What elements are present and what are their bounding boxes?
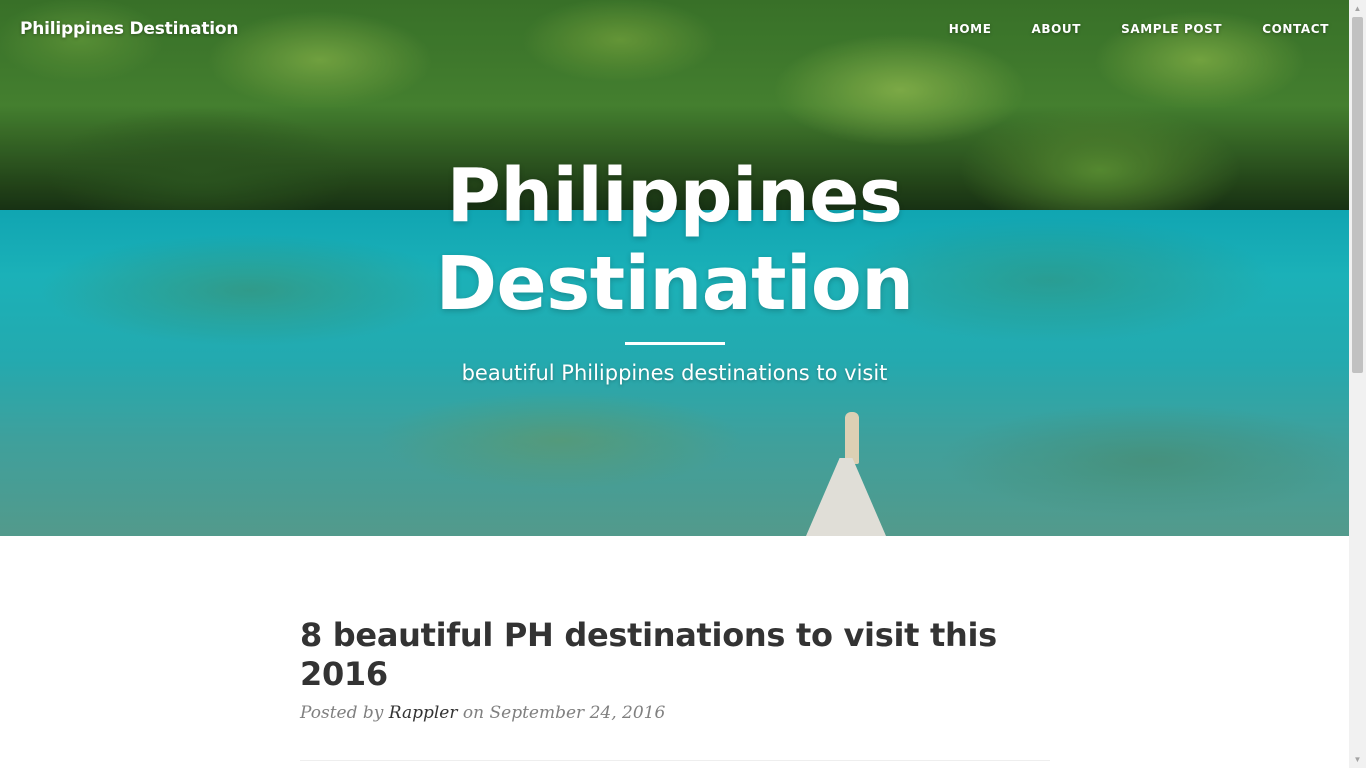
post-meta: Posted by Rappler on September 24, 2016 xyxy=(300,703,1050,723)
navbar-links: HOME ABOUT SAMPLE POST CONTACT xyxy=(909,22,1329,36)
scrollbar-thumb[interactable] xyxy=(1352,17,1363,373)
hero-header: Philippines Destination HOME ABOUT SAMPL… xyxy=(0,0,1349,536)
nav-link-sample-post[interactable]: SAMPLE POST xyxy=(1121,22,1222,36)
site-subheading: beautiful Philippines destinations to vi… xyxy=(461,361,888,385)
navbar-brand[interactable]: Philippines Destination xyxy=(20,19,239,39)
vertical-scrollbar[interactable]: ▲ ▼ xyxy=(1349,0,1366,768)
site-title: Philippines Destination xyxy=(435,153,914,327)
site-heading: Philippines Destination beautiful Philip… xyxy=(0,152,1349,385)
heading-divider xyxy=(624,342,725,345)
post-date: September 24, 2016 xyxy=(489,703,666,723)
scroll-down-icon[interactable]: ▼ xyxy=(1349,751,1366,768)
post-meta-prefix: Posted by xyxy=(300,703,384,723)
post-meta-on: on xyxy=(462,703,485,723)
post-title-link[interactable]: 8 beautiful PH destinations to visit thi… xyxy=(300,616,1050,694)
post-author-link[interactable]: Rappler xyxy=(389,703,458,723)
scroll-up-icon[interactable]: ▲ xyxy=(1349,0,1366,17)
nav-link-about[interactable]: ABOUT xyxy=(1032,22,1082,36)
post-preview: 8 beautiful PH destinations to visit thi… xyxy=(300,616,1050,723)
post-divider xyxy=(300,760,1050,761)
nav-link-contact[interactable]: CONTACT xyxy=(1262,22,1329,36)
nav-link-home[interactable]: HOME xyxy=(949,22,992,36)
page: Philippines Destination HOME ABOUT SAMPL… xyxy=(0,0,1349,768)
